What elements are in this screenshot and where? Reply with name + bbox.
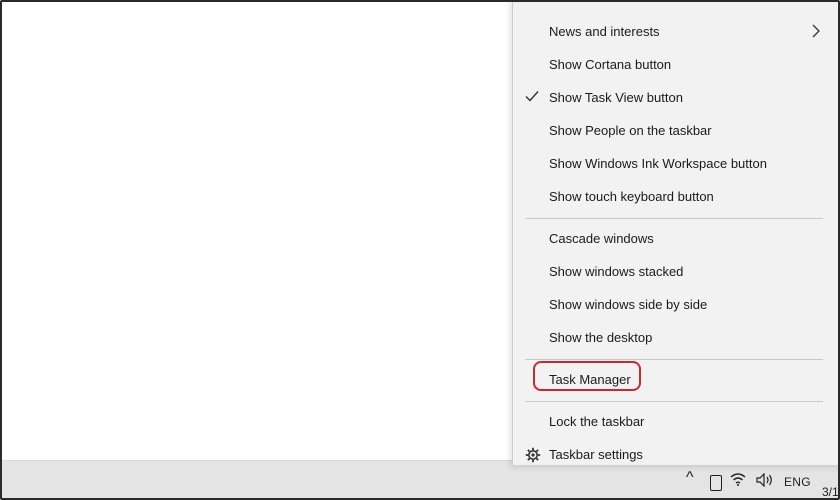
volume-icon[interactable] bbox=[756, 472, 774, 490]
menu-item-label: Taskbar settings bbox=[549, 447, 643, 462]
menu-item-show-touch-keyboard[interactable]: Show touch keyboard button bbox=[513, 181, 833, 214]
menu-item-show-the-desktop[interactable]: Show the desktop bbox=[513, 322, 833, 355]
menu-item-label: Show windows stacked bbox=[549, 264, 684, 279]
clock-date[interactable]: 3/1 bbox=[822, 485, 838, 498]
screen-frame: ^ ENG 3/1 News and interests Show Cortan… bbox=[0, 0, 840, 500]
menu-separator bbox=[525, 401, 823, 402]
wifi-icon[interactable] bbox=[730, 472, 746, 490]
menu-item-label: Show touch keyboard button bbox=[549, 189, 714, 204]
menu-item-label: Show Task View button bbox=[549, 90, 683, 105]
menu-separator bbox=[525, 218, 823, 219]
chevron-right-icon bbox=[811, 0, 821, 5]
gear-icon bbox=[525, 447, 541, 463]
menu-item-taskbar-settings[interactable]: Taskbar settings bbox=[513, 439, 833, 472]
menu-item-show-windows-stacked[interactable]: Show windows stacked bbox=[513, 256, 833, 289]
menu-item-show-cortana-button[interactable]: Show Cortana button bbox=[513, 49, 833, 82]
menu-item-label: Show Cortana button bbox=[549, 57, 672, 72]
chevron-right-icon bbox=[812, 24, 820, 38]
menu-item-label: Show People on the taskbar bbox=[549, 123, 712, 138]
menu-item-news-and-interests[interactable]: News and interests bbox=[513, 16, 833, 49]
windows-ink-icon[interactable] bbox=[710, 475, 722, 491]
language-indicator[interactable]: ENG bbox=[784, 475, 811, 489]
menu-item-label: Cascade windows bbox=[549, 231, 654, 246]
menu-item-task-manager[interactable]: Task Manager bbox=[513, 364, 833, 397]
menu-item-cascade-windows[interactable]: Cascade windows bbox=[513, 223, 833, 256]
taskbar-context-menu: News and interests Show Cortana button S… bbox=[512, 0, 838, 465]
menu-item-label: Show Windows Ink Workspace button bbox=[549, 156, 767, 171]
menu-item-show-task-view-button[interactable]: Show Task View button bbox=[513, 82, 833, 115]
menu-item-label: News and interests bbox=[549, 24, 660, 39]
checkmark-icon bbox=[525, 91, 539, 102]
menu-item-label: Show windows side by side bbox=[549, 297, 708, 312]
menu-item-show-windows-ink[interactable]: Show Windows Ink Workspace button bbox=[513, 148, 833, 181]
menu-separator bbox=[525, 359, 823, 360]
menu-item-label: Show the desktop bbox=[549, 330, 653, 345]
menu-item-lock-the-taskbar[interactable]: Lock the taskbar bbox=[513, 406, 833, 439]
menu-item-show-windows-side-by-side[interactable]: Show windows side by side bbox=[513, 289, 833, 322]
menu-item-label: Task Manager bbox=[549, 372, 631, 387]
menu-item-label: Lock the taskbar bbox=[549, 414, 645, 429]
menu-item-show-people[interactable]: Show People on the taskbar bbox=[513, 115, 833, 148]
